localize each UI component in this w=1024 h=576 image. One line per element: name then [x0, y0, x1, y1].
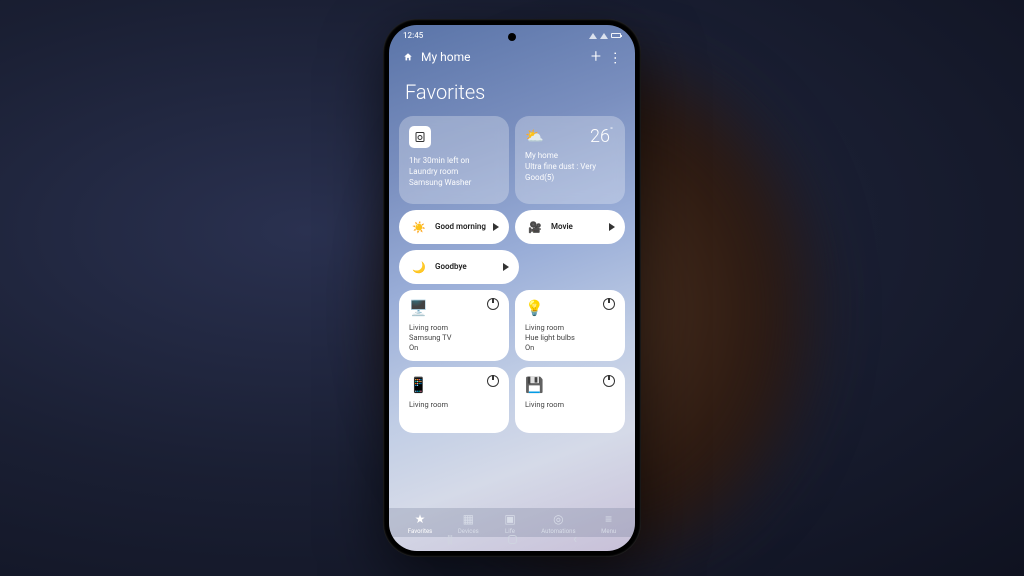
life-icon: ▣ [504, 512, 515, 526]
status-time: 12:45 [403, 31, 423, 40]
device-state: On [409, 343, 499, 353]
bulb-icon: 💡 [525, 299, 544, 317]
device-state: On [525, 343, 615, 353]
sun-icon: ☀️ [409, 217, 429, 237]
moon-icon: 🌙 [409, 257, 429, 277]
app-header: My home + ⋯ [389, 42, 635, 76]
android-nav-bar: ||| ‹ [389, 530, 635, 549]
movie-icon: 🎥 [525, 217, 545, 237]
washer-card[interactable]: 1hr 30min left on Laundry room Samsung W… [399, 116, 509, 204]
more-menu-icon[interactable]: ⋯ [608, 51, 622, 63]
device-card[interactable]: 📱 Living room [399, 367, 509, 433]
battery-icon [611, 33, 621, 38]
device-icon: 📱 [409, 376, 428, 394]
home-name[interactable]: My home [421, 50, 583, 64]
device-room: Living room [525, 323, 615, 333]
temperature: 26° [590, 126, 613, 147]
phone-frame: 12:45 My home + ⋯ Favorites 1hr 30min le… [383, 19, 641, 557]
page-title: Favorites [389, 76, 635, 116]
device-tv[interactable]: 🖥️ Living room Samsung TV On [399, 290, 509, 361]
signal-icon [589, 33, 597, 39]
scene-label: Movie [551, 222, 603, 231]
scene-label: Good morning [435, 222, 487, 231]
phone-screen: 12:45 My home + ⋯ Favorites 1hr 30min le… [389, 25, 635, 551]
home-icon [403, 52, 413, 62]
device-room: Living room [525, 400, 615, 410]
washer-icon [409, 126, 431, 148]
back-button[interactable]: ‹ [573, 532, 577, 547]
device-icon: 💾 [525, 376, 544, 394]
add-button[interactable]: + [591, 48, 601, 66]
scene-good-morning[interactable]: ☀️ Good morning [399, 210, 509, 244]
device-room: Living room [409, 400, 499, 410]
status-indicators [589, 33, 621, 39]
scene-movie[interactable]: 🎥 Movie [515, 210, 625, 244]
device-card[interactable]: 💾 Living room [515, 367, 625, 433]
device-name: Hue light bulbs [525, 333, 615, 343]
weather-icon: ⛅ [525, 127, 544, 145]
washer-name: Samsung Washer [409, 178, 499, 189]
play-icon [609, 223, 615, 231]
weather-location: My home [525, 151, 615, 162]
scene-goodbye[interactable]: 🌙 Goodbye [399, 250, 519, 284]
tv-icon: 🖥️ [409, 299, 428, 317]
play-icon [493, 223, 499, 231]
device-name: Samsung TV [409, 333, 499, 343]
star-icon: ★ [415, 512, 426, 526]
camera-cutout [508, 33, 516, 41]
power-icon[interactable] [487, 298, 499, 310]
weather-card[interactable]: ⛅ 26° My home Ultra fine dust : Very Goo… [515, 116, 625, 204]
devices-icon: ▦ [463, 512, 474, 526]
menu-icon: ≡ [605, 512, 612, 526]
washer-room: Laundry room [409, 167, 499, 178]
power-icon[interactable] [487, 375, 499, 387]
play-icon [503, 263, 509, 271]
automations-icon: ◎ [553, 512, 563, 526]
power-icon[interactable] [603, 375, 615, 387]
recents-button[interactable]: ||| [447, 533, 452, 546]
device-room: Living room [409, 323, 499, 333]
air-quality: Ultra fine dust : Very Good(5) [525, 162, 615, 184]
scene-label: Goodbye [435, 262, 497, 271]
device-hue[interactable]: 💡 Living room Hue light bulbs On [515, 290, 625, 361]
content-area: 1hr 30min left on Laundry room Samsung W… [389, 116, 635, 499]
washer-status-line1: 1hr 30min left on [409, 156, 499, 167]
wifi-icon [600, 33, 608, 39]
power-icon[interactable] [603, 298, 615, 310]
home-button[interactable] [508, 535, 517, 544]
